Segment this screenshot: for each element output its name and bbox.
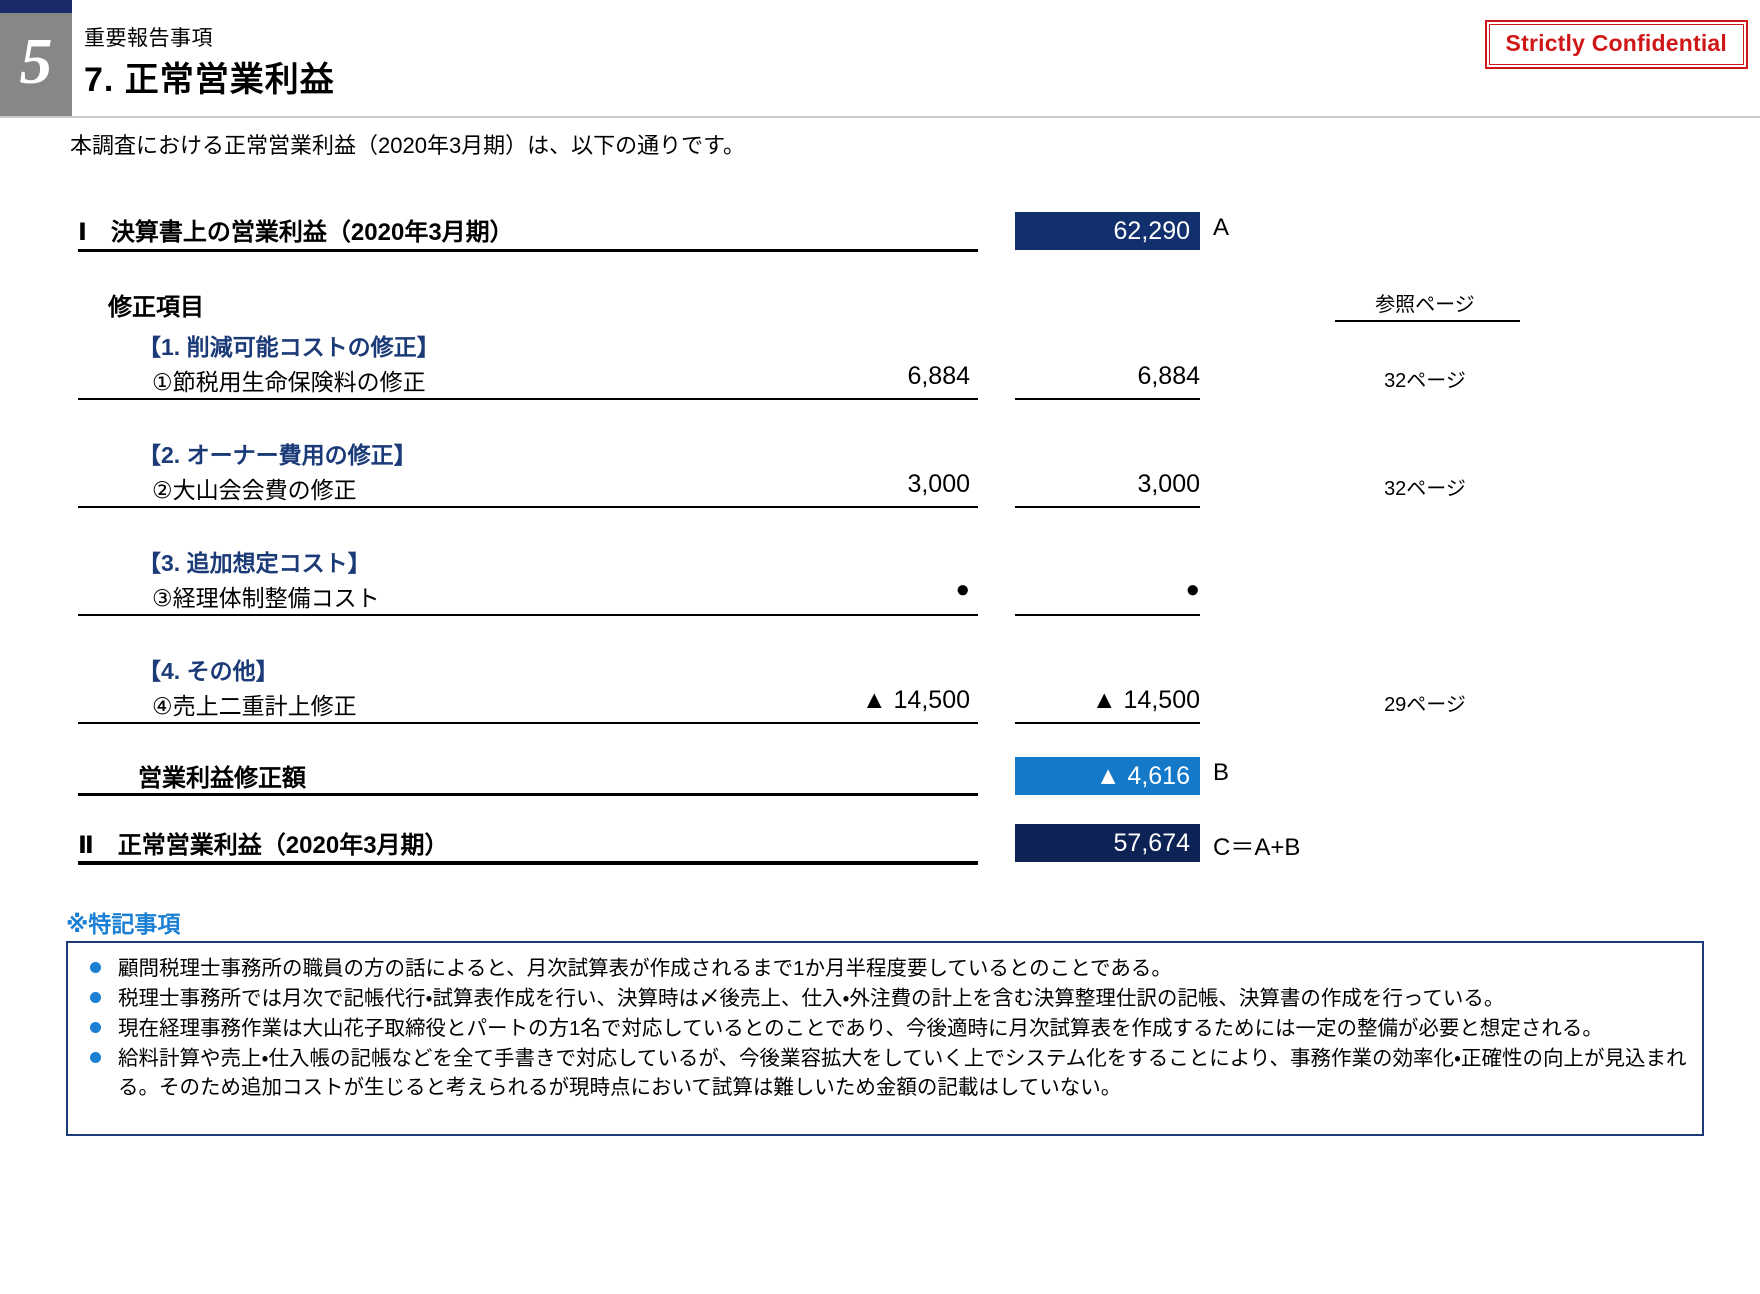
note-text: 顧問税理士事務所の職員の方の話によると、月次試算表が作成されるまで1か月半程度要… xyxy=(118,957,1172,980)
section-3-underline-right xyxy=(1015,614,1200,616)
note-item: 税理士事務所では月次で記帳代行・試算表作成を行い、決算時は〆後売上、仕入・外注費… xyxy=(82,984,1688,1013)
notes-title: ※特記事項 xyxy=(66,911,181,937)
section-4-ref: 29ページ xyxy=(1384,694,1466,716)
section-4-amount-right: ▲ 14,500 xyxy=(1091,686,1200,714)
section-2-ref: 32ページ xyxy=(1384,478,1466,500)
note-text: 給料計算や売上・仕入帳の記帳などを全て手書きで対応しているが、今後業容拡大をして… xyxy=(118,1047,1687,1099)
row-I-underline xyxy=(78,249,978,252)
section-1-amount-left: 6,884 xyxy=(907,362,970,390)
section-3-amount-right: ● xyxy=(1185,576,1201,603)
bullet-icon xyxy=(90,962,101,973)
notes-list: 顧問税理士事務所の職員の方の話によると、月次試算表が作成されるまで1か月半程度要… xyxy=(68,943,1702,1102)
note-item: 顧問税理士事務所の職員の方の話によると、月次試算表が作成されるまで1か月半程度要… xyxy=(82,954,1688,983)
row-B-suffix: B xyxy=(1213,759,1230,786)
row-B-underline xyxy=(78,793,978,796)
section-1-underline-right xyxy=(1015,398,1200,400)
row-II-amount: 57,674 xyxy=(1015,824,1200,862)
section-2-item-label: ②大山会会費の修正 xyxy=(152,477,357,503)
row-I-label: Ⅰ 決算書上の営業利益（2020年3月期） xyxy=(78,219,514,246)
section-1-ref: 32ページ xyxy=(1384,370,1466,392)
row-I-amount: 62,290 xyxy=(1015,212,1200,250)
section-1-heading: 【1. 削減可能コストの修正】 xyxy=(138,334,440,360)
row-II-suffix: C＝A+B xyxy=(1213,834,1301,861)
note-text: 現在経理事務作業は大山花子取締役とパートの方1名で対応しているとのことであり、今… xyxy=(118,1017,1603,1040)
ref-column-header: 参照ページ xyxy=(1375,294,1475,316)
section-2-underline-left xyxy=(78,506,978,508)
section-3-amount-left: ● xyxy=(955,576,971,603)
section-1-item-label: ①節税用生命保険料の修正 xyxy=(152,369,426,395)
ref-header-underline xyxy=(1335,320,1520,322)
row-II-underline xyxy=(78,861,978,865)
note-item: 給料計算や売上・仕入帳の記帳などを全て手書きで対応しているが、今後業容拡大をして… xyxy=(82,1044,1688,1102)
bullet-icon xyxy=(90,992,101,1003)
section-4-amount-left: ▲ 14,500 xyxy=(861,686,970,714)
bullet-icon xyxy=(90,1022,101,1033)
section-4-underline-left xyxy=(78,722,978,724)
section-3-underline-left xyxy=(78,614,978,616)
section-4-item-label: ④売上二重計上修正 xyxy=(152,693,357,719)
section-2-amount-right: 3,000 xyxy=(1137,470,1200,498)
section-1-underline-left xyxy=(78,398,978,400)
section-4-heading: 【4. その他】 xyxy=(138,658,279,684)
section-2-amount-left: 3,000 xyxy=(907,470,970,498)
section-3-item-label: ③経理体制整備コスト xyxy=(152,585,380,611)
row-B-amount: ▲ 4,616 xyxy=(1015,757,1200,795)
section-3-heading: 【3. 追加想定コスト】 xyxy=(138,550,371,576)
section-2-underline-right xyxy=(1015,506,1200,508)
note-item: 現在経理事務作業は大山花子取締役とパートの方1名で対応しているとのことであり、今… xyxy=(82,1014,1688,1043)
row-II-label: Ⅱ 正常営業利益（2020年3月期） xyxy=(78,832,449,859)
section-4-underline-right xyxy=(1015,722,1200,724)
section-1-amount-right: 6,884 xyxy=(1137,362,1200,390)
note-text: 税理士事務所では月次で記帳代行・試算表作成を行い、決算時は〆後売上、仕入・外注費… xyxy=(118,987,1505,1010)
row-B-label: 営業利益修正額 xyxy=(138,765,306,792)
row-I-suffix: A xyxy=(1213,214,1230,241)
adjust-items-header: 修正項目 xyxy=(108,294,204,321)
notes-box: 顧問税理士事務所の職員の方の話によると、月次試算表が作成されるまで1か月半程度要… xyxy=(66,941,1704,1136)
section-2-heading: 【2. オーナー費用の修正】 xyxy=(138,442,417,468)
bullet-icon xyxy=(90,1052,101,1063)
